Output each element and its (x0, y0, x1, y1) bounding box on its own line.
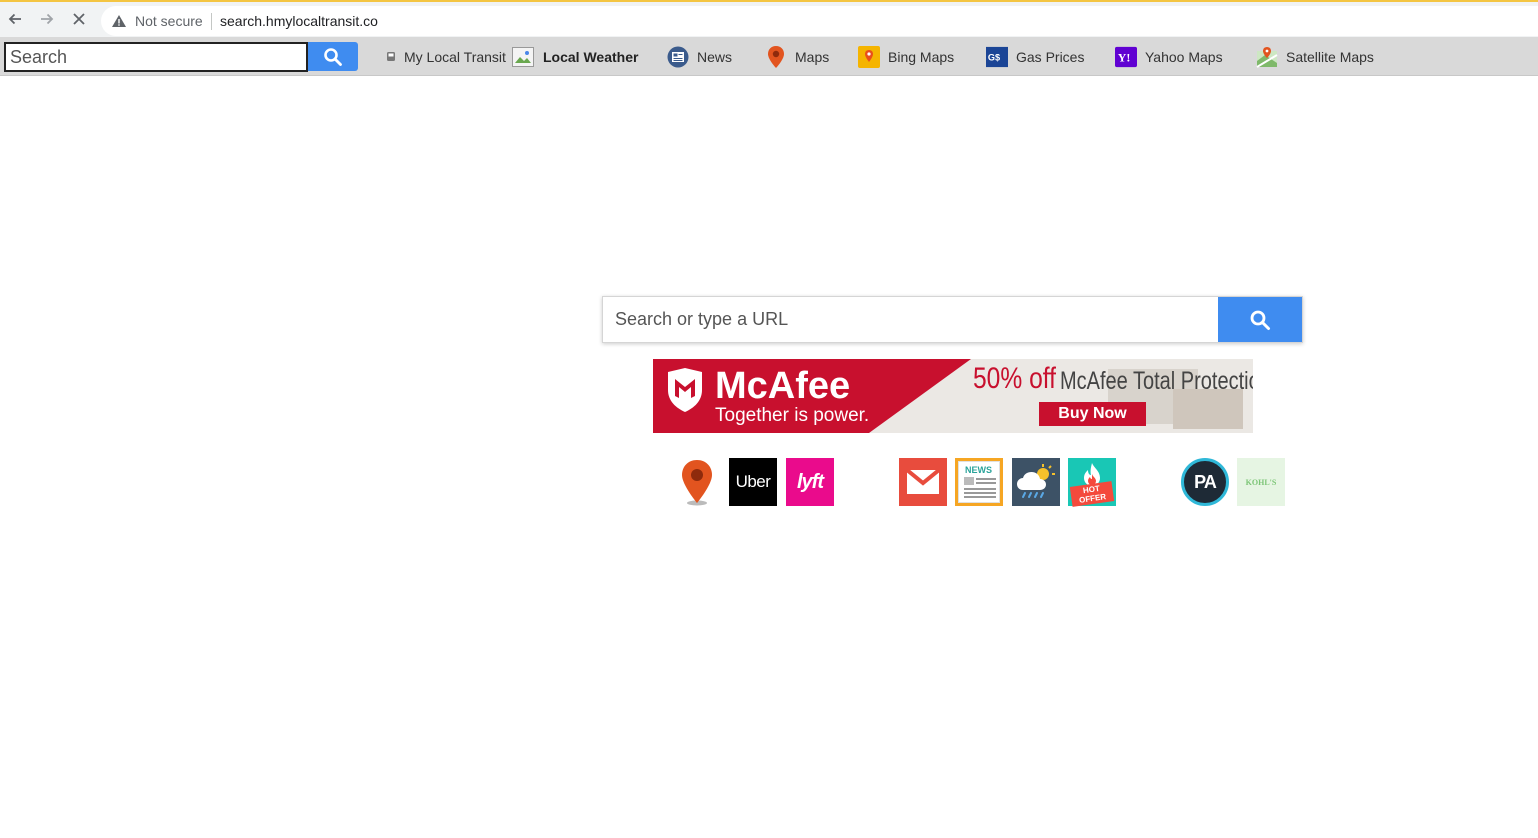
svg-text:G$: G$ (988, 52, 1000, 62)
toolbar-item-gas-prices[interactable]: G$ Gas Prices (986, 37, 1084, 76)
kohls-logo-text: KOHL'S (1245, 477, 1277, 487)
news-icon: NEWS (958, 461, 1000, 503)
shortcut-news[interactable]: NEWS (955, 458, 1003, 506)
back-button[interactable] (4, 8, 26, 30)
bing-maps-icon (858, 45, 880, 68)
toolbar-item-label: Gas Prices (1016, 48, 1085, 65)
shortcut-uber[interactable]: Uber (729, 458, 777, 506)
hot-offer-label: HOT OFFER (1069, 481, 1115, 507)
gas-prices-icon: G$ (986, 46, 1008, 68)
toolbar-search-input[interactable] (4, 42, 308, 72)
news-icon (667, 46, 689, 68)
shortcut-gmail[interactable] (899, 458, 947, 506)
banner-brand: McAfee (715, 365, 851, 407)
uber-logo-text: Uber (735, 472, 771, 491)
warning-icon[interactable] (111, 13, 127, 29)
forward-arrow-icon (41, 13, 54, 25)
browser-address-bar: Not secure search.hmylocaltransit.co (0, 0, 1538, 37)
toolbar-search-button[interactable] (308, 42, 358, 71)
toolbar-item-yahoo-maps[interactable]: Y! Yahoo Maps (1115, 37, 1223, 76)
banner-tagline: Together is power. (715, 405, 870, 426)
extension-toolbar: My Local Transit Local Weather News Maps… (0, 37, 1538, 76)
map-pin-icon (765, 45, 787, 68)
shortcut-pa[interactable]: PA (1181, 458, 1229, 506)
toolbar-item-label: News (697, 48, 733, 65)
yahoo-icon: Y! (1115, 46, 1137, 68)
buy-now-button[interactable]: Buy Now (1039, 402, 1146, 426)
toolbar-item-bing-maps[interactable]: Bing Maps (858, 37, 954, 76)
search-icon (324, 47, 342, 66)
shortcut-hot-offer[interactable]: HOT OFFER (1068, 458, 1116, 507)
weather-icon (1017, 464, 1055, 498)
search-icon (1250, 310, 1270, 330)
toolbar-item-news[interactable]: News (667, 37, 732, 76)
toolbar-item-label: Bing Maps (888, 48, 955, 65)
mcafee-shield-logo (668, 368, 702, 412)
banner-offer: 50% off (973, 362, 1056, 395)
toolbar-item-my-local-transit[interactable]: My Local Transit (384, 37, 506, 76)
omnibox[interactable]: Not secure search.hmylocaltransit.co (101, 6, 1538, 36)
main-search-input[interactable] (603, 297, 1219, 342)
back-arrow-icon (8, 13, 21, 25)
transit-icon (384, 46, 398, 68)
main-search-box (602, 296, 1303, 343)
toolbar-item-label: Satellite Maps (1286, 48, 1374, 65)
toolbar-item-label: Maps (795, 48, 830, 65)
shortcut-lyft[interactable]: lyft (786, 458, 834, 506)
stop-loading-button[interactable] (68, 8, 90, 30)
pa-logo: PA (1181, 458, 1229, 506)
main-search-button[interactable] (1218, 297, 1302, 342)
news-label: NEWS (965, 465, 992, 475)
svg-text:Y!: Y! (1118, 50, 1131, 64)
url-text[interactable]: search.hmylocaltransit.co (220, 13, 378, 29)
toolbar-item-satellite-maps[interactable]: Satellite Maps (1256, 37, 1374, 76)
forward-button[interactable] (36, 8, 58, 30)
toolbar-item-label: Local Weather (543, 48, 639, 65)
shortcut-kohls[interactable]: KOHL'S (1237, 458, 1285, 506)
lyft-logo-text: lyft (797, 470, 824, 493)
satellite-maps-icon (1256, 46, 1278, 68)
omnibox-divider (211, 13, 212, 30)
mail-icon (906, 469, 940, 494)
toolbar-item-maps[interactable]: Maps (765, 37, 829, 76)
banner-product: McAfee Total Protection (1060, 367, 1253, 395)
toolbar-item-local-weather[interactable]: Local Weather (511, 37, 638, 76)
close-icon (73, 13, 85, 25)
map-pin-icon (682, 460, 712, 506)
security-status[interactable]: Not secure (135, 13, 203, 29)
toolbar-item-label: My Local Transit (404, 48, 506, 65)
shortcut-maps[interactable] (673, 458, 721, 506)
mcafee-ad-banner[interactable]: McAfee Together is power. 50% off McAfee… (653, 359, 1253, 433)
toolbar-item-label: Yahoo Maps (1145, 48, 1223, 65)
pa-label: PA (1194, 471, 1217, 492)
broken-image-icon (511, 46, 535, 68)
shortcut-weather[interactable] (1012, 458, 1060, 506)
